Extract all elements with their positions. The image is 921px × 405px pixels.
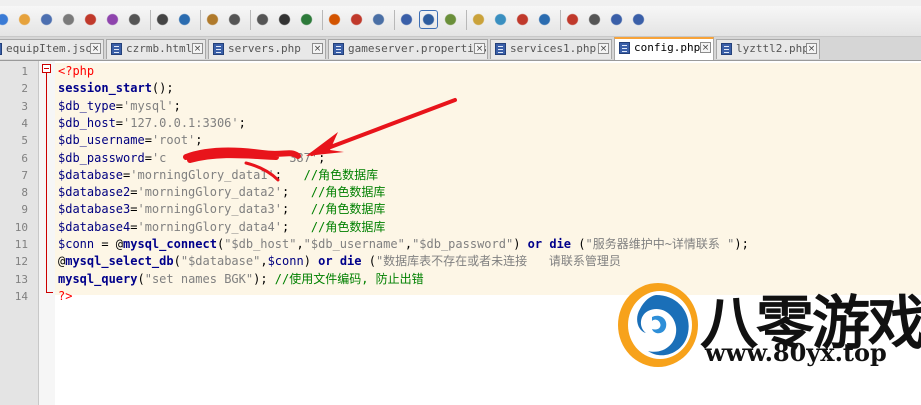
redaction-scribble-2 — [244, 161, 280, 182]
watermark-url: www.80yx.top — [705, 338, 887, 367]
redaction-scribble — [183, 147, 301, 163]
80yx-logo-icon — [618, 283, 698, 367]
arrow-shaft — [310, 98, 457, 156]
